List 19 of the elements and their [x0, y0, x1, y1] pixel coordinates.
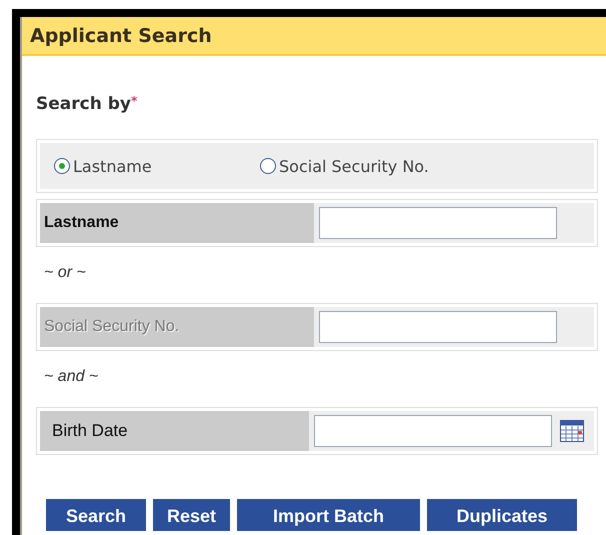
- action-button[interactable]: Search: [46, 499, 146, 531]
- connector-text: ~ or ~: [44, 264, 87, 283]
- field-label: Birth Date: [40, 411, 309, 451]
- input-field[interactable]: [319, 207, 557, 239]
- radio-option[interactable]: Lastname: [54, 156, 260, 176]
- required-mark: *: [130, 94, 138, 108]
- action-button[interactable]: Import Batch: [237, 499, 420, 531]
- connector-text: ~ and ~: [44, 368, 100, 387]
- field-label: Lastname: [40, 203, 314, 243]
- input-field[interactable]: [314, 415, 552, 447]
- calendar-icon[interactable]: [560, 420, 584, 442]
- radio-option[interactable]: Social Security No.: [260, 156, 466, 176]
- panel-title: Applicant Search: [30, 24, 212, 46]
- radio-button[interactable]: [54, 158, 70, 174]
- radio-button[interactable]: [260, 158, 276, 174]
- action-button[interactable]: Reset: [153, 499, 230, 531]
- search-by-label: Search by: [36, 94, 131, 114]
- field-label: Social Security No.: [40, 307, 314, 347]
- action-button[interactable]: Duplicates: [427, 499, 577, 531]
